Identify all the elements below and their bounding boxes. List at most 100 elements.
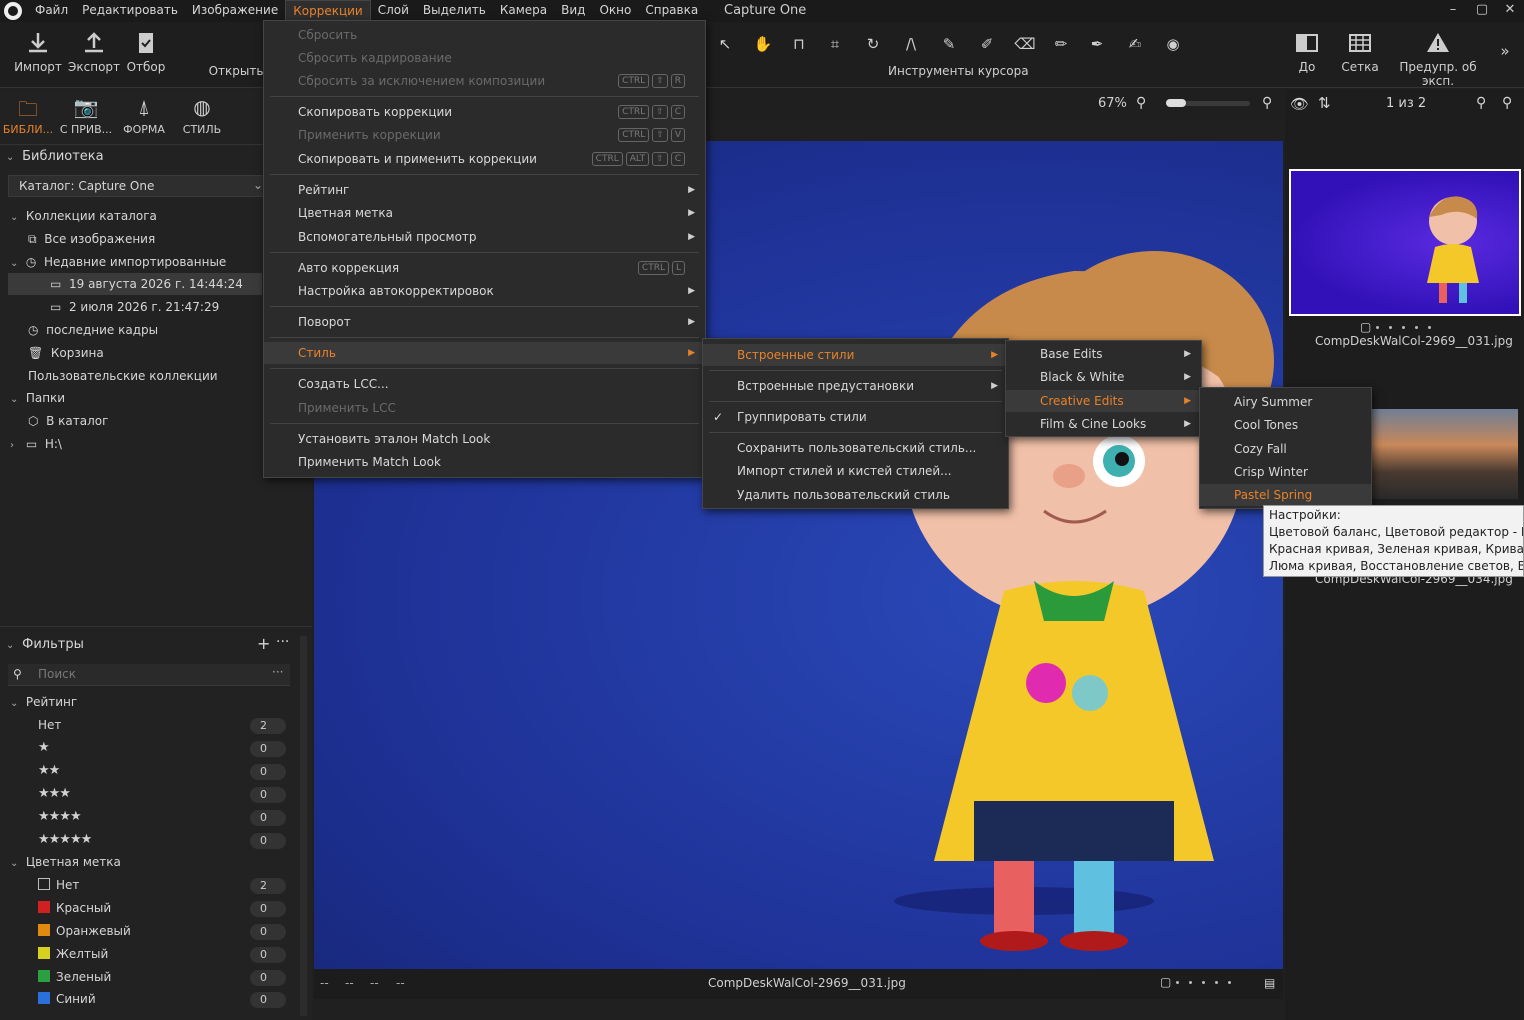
menu-window[interactable]: Окно [592, 0, 638, 22]
recent-captures-item[interactable]: ◷ последние кадры [28, 323, 158, 337]
menu-item-builtin-styles[interactable]: Встроенные стили ▶ [703, 344, 1008, 366]
rating-1-item[interactable]: ★ [38, 740, 50, 755]
thumbnail-1-rating[interactable]: ▢ [1360, 320, 1436, 334]
rating-5-item[interactable]: ★★★★★ [38, 832, 92, 847]
rating-3-item[interactable]: ★★★ [38, 786, 71, 801]
close-icon[interactable]: ✕ [1500, 2, 1520, 20]
grid-button[interactable]: Сетка [1338, 30, 1382, 74]
menu-item-import-styles[interactable]: Импорт стилей и кистей стилей... [703, 460, 1008, 482]
color-orange-item[interactable]: Оранжевый [38, 924, 131, 938]
menu-layer[interactable]: Слой [371, 0, 416, 22]
keystone-icon[interactable]: /\ [898, 35, 924, 55]
menu-item-builtin-presets[interactable]: Встроенные предустановки ▶ [703, 375, 1008, 397]
menu-item-apply-match-look[interactable]: Применить Match Look [264, 451, 705, 473]
menu-item-group-styles[interactable]: ✓ Группировать стили [703, 406, 1008, 428]
zoom-slider[interactable] [1166, 99, 1250, 107]
menu-adjustments[interactable]: Коррекции [285, 0, 371, 22]
filters-scrollbar[interactable] [300, 636, 307, 1016]
menu-image[interactable]: Изображение [185, 0, 285, 22]
catalog-collections[interactable]: ⌄ Коллекции каталога [10, 209, 157, 223]
thumbnail-1[interactable] [1289, 169, 1521, 316]
catalog-select[interactable]: Каталог: Capture One ⌄ [8, 175, 266, 197]
menu-item-reset-except[interactable]: Сбросить за исключением композиции CTRL ⇧ R [264, 70, 705, 92]
menu-item-create-lcc[interactable]: Создать LCC... [264, 373, 705, 395]
menu-item-auto-settings[interactable]: Настройка автокорректировок ▶ [264, 280, 705, 302]
menu-item-auto[interactable]: Авто коррекция CTRL L [264, 257, 705, 279]
menu-item-style[interactable]: Стиль ▶ [264, 342, 705, 364]
color-none-item[interactable]: Нет [38, 878, 79, 892]
menu-item-airy-summer[interactable]: Airy Summer [1200, 391, 1371, 413]
recent-imports-item[interactable]: ⌄ ◷ Недавние импортированные [10, 255, 226, 269]
picker-icon[interactable]: ✒ [1084, 35, 1110, 55]
drive-item[interactable]: › ▭ H:\ [10, 437, 62, 451]
thumbnail-2[interactable] [1372, 409, 1518, 499]
menu-item-creative-edits[interactable]: Creative Edits ▶ [1006, 390, 1201, 412]
tab-capture[interactable]: 📷 С ПРИВ... [58, 95, 114, 136]
zoom-in-icon[interactable]: ⚲ [1262, 95, 1272, 111]
menu-item-proof[interactable]: Вспомогательный просмотр ▶ [264, 226, 705, 248]
exposure-warning-button[interactable]: Предупр. об эксп. [1384, 30, 1492, 88]
minimize-icon[interactable]: – [1443, 2, 1463, 20]
color-red-item[interactable]: Красный [38, 901, 111, 915]
menu-edit[interactable]: Редактировать [75, 0, 185, 22]
menu-item-rotate[interactable]: Поворот ▶ [264, 311, 705, 333]
color-filter-header[interactable]: ⌄ Цветная метка [10, 855, 121, 869]
menu-item-copy-apply[interactable]: Скопировать и применить коррекции CTRL ALT… [264, 148, 705, 170]
menu-item-color-tag[interactable]: Цветная метка ▶ [264, 202, 705, 224]
trash-item[interactable]: 🗑 Корзина [28, 346, 104, 360]
user-collections-item[interactable]: Пользовательские коллекции [28, 369, 218, 383]
menu-item-reset[interactable]: Сбросить [264, 24, 705, 46]
eye-icon[interactable]: 👁 [1290, 95, 1309, 113]
crop-icon[interactable]: ⌗ [822, 35, 848, 55]
menu-camera[interactable]: Камера [493, 0, 554, 22]
zoom-slider-thumb[interactable] [1166, 99, 1186, 107]
menu-item-base-edits[interactable]: Base Edits ▶ [1006, 343, 1201, 365]
pan-hand-icon[interactable]: ✋ [750, 35, 776, 55]
metadata-icon[interactable]: ▤ [1264, 976, 1275, 990]
menu-item-cozy-fall[interactable]: Cozy Fall [1200, 438, 1371, 460]
menu-item-apply-lcc[interactable]: Применить LCC [264, 397, 705, 419]
library-header[interactable]: ⌄ Библиотека [6, 149, 306, 164]
maximize-icon[interactable]: ▢ [1472, 2, 1492, 20]
more-tools-icon[interactable]: » [1492, 42, 1518, 62]
browser-search-icon[interactable]: ⚲ [1502, 95, 1512, 111]
color-green-item[interactable]: Зеленый [38, 970, 111, 984]
brush-icon[interactable]: ✎ [936, 35, 962, 55]
heal-icon[interactable]: ✐ [974, 35, 1000, 55]
menu-item-apply[interactable]: Применить коррекции CTRL ⇧ V [264, 124, 705, 146]
menu-view[interactable]: Вид [554, 0, 592, 22]
color-yellow-item[interactable]: Желтый [38, 947, 108, 961]
tab-shape[interactable]: ⍋ ФОРМА [116, 95, 172, 136]
rating-filter-header[interactable]: ⌄ Рейтинг [10, 695, 77, 709]
loupe-icon[interactable]: ⊓ [786, 35, 812, 55]
menu-item-reset-crop[interactable]: Сбросить кадрирование [264, 47, 705, 69]
before-button[interactable]: До [1284, 30, 1330, 74]
folders-item[interactable]: ⌄ Папки [10, 391, 65, 405]
in-catalog-item[interactable]: ⬡ В каталог [28, 414, 108, 428]
open-button[interactable]: Открыть [208, 64, 264, 78]
menu-item-crisp-winter[interactable]: Crisp Winter [1200, 461, 1371, 483]
zoom-out-icon[interactable]: ⚲ [1136, 95, 1146, 111]
color-picker-icon[interactable]: ◉ [1160, 35, 1186, 55]
rotate-icon[interactable]: ↻ [860, 35, 886, 55]
menu-file[interactable]: Файл [28, 0, 75, 22]
menu-item-set-match-look[interactable]: Установить эталон Match Look [264, 428, 705, 450]
add-filter-icon[interactable]: + [257, 634, 270, 653]
menu-item-copy[interactable]: Скопировать коррекции CTRL ⇧ C [264, 101, 705, 123]
menu-select[interactable]: Выделить [416, 0, 493, 22]
gradient-icon[interactable]: ✏ [1048, 35, 1074, 55]
browser-zoom-icon[interactable]: ⚲ [1476, 95, 1486, 111]
select-cursor-icon[interactable]: ↖ [712, 35, 738, 55]
menu-item-cool-tones[interactable]: Cool Tones [1200, 414, 1371, 436]
rating-none-item[interactable]: Нет [38, 718, 61, 732]
menu-help[interactable]: Справка [638, 0, 705, 22]
menu-item-delete-style[interactable]: Удалить пользовательский стиль [703, 484, 1008, 506]
import-item-1[interactable]: ▭ 19 августа 2026 г. 14:44:24 [50, 277, 243, 291]
sort-icon[interactable]: ⇅ [1318, 94, 1331, 112]
import-button[interactable]: Импорт [14, 30, 62, 74]
export-button[interactable]: Экспорт [68, 30, 120, 74]
more-icon[interactable]: ··· [276, 634, 289, 650]
tab-library[interactable]: 🗀 БИБЛИ... [0, 95, 56, 136]
tab-style[interactable]: ◍ СТИЛЬ [174, 95, 230, 136]
color-blue-item[interactable]: Синий [38, 992, 96, 1006]
